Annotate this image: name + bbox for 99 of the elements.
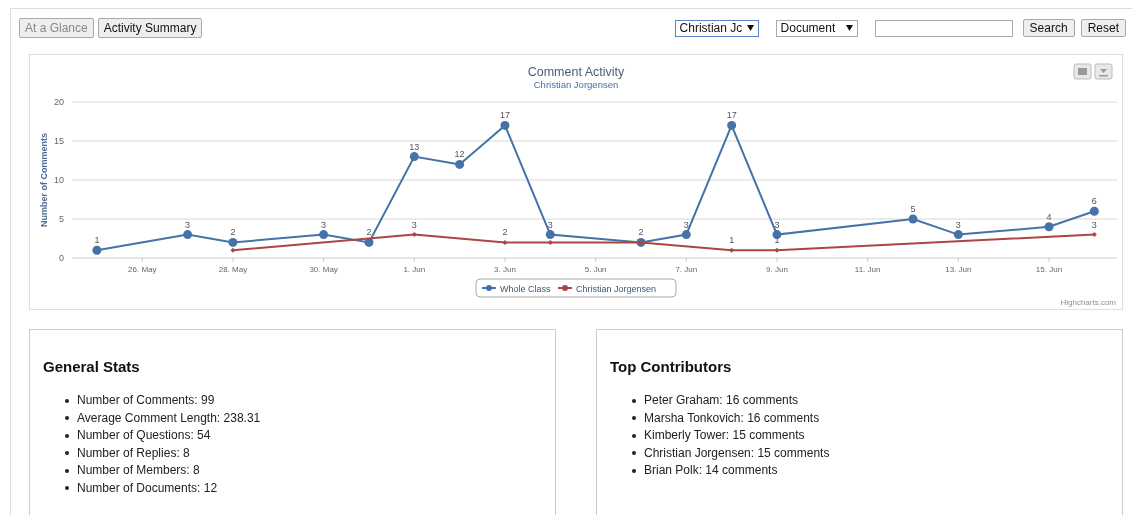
y-tick-label: 15 [54,136,64,146]
diamond-marker [411,232,417,238]
x-tick-label: 5. Jun [584,265,607,274]
circle-marker [183,230,193,240]
stat-item: Brian Polk: 14 comments [644,462,778,479]
data-label: 6 [1091,196,1097,207]
stat-item: Christian Jorgensen: 15 comments [644,444,830,462]
stat-item: Kimberly Tower: 15 comments [644,427,805,444]
data-label: 2 [366,227,372,238]
stat-item: Marsha Tonkovich: 16 comments [644,409,820,427]
data-label: 3 [683,219,689,230]
data-label: 1 [774,235,780,246]
stat-item: Number of Comments: 99 [77,392,215,409]
data-label: 17 [499,110,510,121]
stat-item: Number of Questions: 54 [77,427,211,444]
legend-label: Whole Class [500,283,552,294]
bullet-icon [65,433,69,438]
bullet-icon [632,416,636,421]
data-label: 4 [1046,211,1052,222]
circle-marker [500,120,510,130]
diamond-marker [774,247,780,253]
circle-marker [953,230,963,240]
circle-marker [681,230,691,240]
x-tick-label: 30. May [309,265,338,274]
stat-item: Number of Replies: 8 [77,444,190,462]
circle-marker [364,237,374,247]
reset-button[interactable]: Reset [1080,19,1126,37]
caret-icon [845,25,853,31]
print-button[interactable] [1073,63,1092,80]
panel-title: Top Contributors [610,358,733,375]
data-label: 3 [185,219,191,230]
tab[interactable]: Activity Summary [97,18,203,38]
dropdown[interactable]: Christian Jc [674,19,759,37]
x-tick-label: 13. Jun [945,265,972,274]
circle-marker [1089,206,1099,216]
x-tick-label: 9. Jun [766,265,788,274]
circle-marker [228,237,238,247]
stat-item: Number of Members: 8 [77,462,200,479]
x-tick-label: 1. Jun [403,265,426,274]
data-label: 3 [1091,219,1097,230]
circle-marker [1044,222,1054,232]
bullet-icon [632,451,636,456]
bullet-icon [632,433,636,438]
stat-item: Number of Documents: 12 [77,479,218,497]
bullet-icon [632,398,636,403]
circle-marker [455,159,465,169]
circle-marker [908,214,918,224]
x-tick-label: 3. Jun [494,265,516,274]
x-tick-label: 15. Jun [1035,265,1063,274]
dropdown[interactable]: Document [775,19,858,37]
data-label: 3 [955,219,961,230]
data-label: 3 [774,219,780,230]
bullet-icon [65,486,69,491]
bullet-icon [65,468,69,473]
stat-item: Peter Graham: 16 comments [644,392,799,409]
legend-item[interactable]: Whole Class [481,283,551,294]
data-label: 17 [726,110,737,121]
search-button[interactable]: Search [1022,19,1075,37]
bullet-icon [65,398,69,403]
data-label: 3 [547,219,553,230]
x-tick-label: 26. May [128,265,157,274]
data-label: 12 [454,149,465,160]
data-label: 2 [230,227,236,238]
x-tick-label: 11. Jun [854,265,881,274]
data-label: 3 [321,219,327,230]
diamond-marker [729,247,735,253]
diamond-marker [502,239,508,245]
y-tick-label: 5 [59,214,64,224]
legend-item[interactable]: Christian Jorgensen [557,283,657,294]
data-label: 5 [910,204,916,214]
chart-title: Comment Activity [527,65,625,79]
circle-marker [92,245,102,255]
stat-item: Average Comment Length: 238.31 [77,409,261,427]
circle-marker [319,230,329,240]
x-tick-label: 7. Jun [675,265,698,274]
data-label: 1 [94,235,100,246]
y-axis-title: Number of Comments [39,133,49,227]
search-field[interactable] [874,19,1013,37]
circle-marker [727,120,737,130]
panel-title: General Stats [43,358,141,375]
legend-label: Christian Jorgensen [576,283,657,294]
bullet-icon [65,416,69,421]
bullet-icon [632,468,636,473]
data-label: 13 [409,141,420,152]
x-tick-label: 28. May [218,265,248,274]
data-label: 1 [729,235,735,246]
circle-marker [545,230,555,240]
caret-icon [746,25,754,31]
data-label: 2 [638,227,644,238]
download-button[interactable] [1094,63,1113,80]
y-tick-label: 0 [59,253,64,263]
data-label: 3 [411,219,417,230]
data-label: 2 [502,227,508,238]
y-tick-label: 10 [54,175,64,185]
chart-subtitle: Christian Jorgensen [533,79,619,90]
circle-marker [409,152,419,162]
bullet-icon [65,451,69,456]
diamond-marker [1091,232,1097,238]
y-tick-label: 20 [54,97,64,107]
